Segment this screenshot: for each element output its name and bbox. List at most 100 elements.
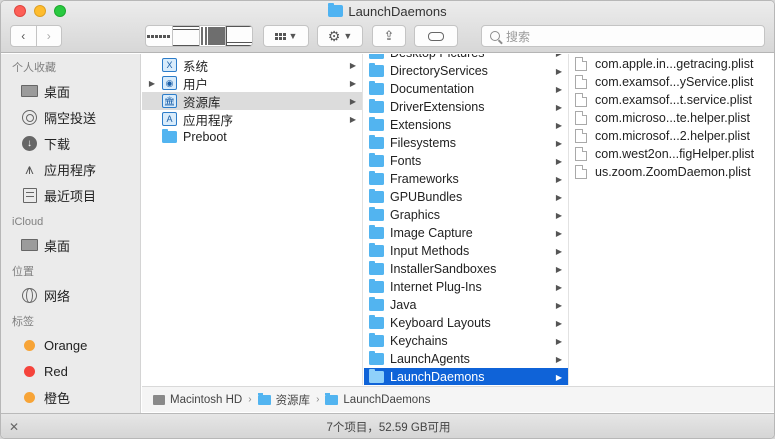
close-icon[interactable]: ✕ — [9, 420, 19, 434]
chevron-right-icon: ▶ — [555, 300, 562, 310]
column-item[interactable]: Keychains ▶ — [364, 332, 568, 350]
action-button[interactable]: ⚙ ▼ — [317, 25, 363, 47]
column-item[interactable]: Filesystems ▶ — [364, 134, 568, 152]
group-button[interactable]: ▼ — [263, 25, 309, 47]
column-item[interactable]: 🏛 资源库 ▶ — [142, 92, 362, 110]
back-button[interactable]: ‹ — [11, 29, 36, 43]
file-item[interactable]: com.west2on...figHelper.plist — [570, 145, 774, 163]
column-item-label: Preboot — [183, 130, 227, 144]
chevron-right-icon: ▶ — [349, 114, 356, 124]
sidebar-item[interactable]: 最近项目 — [1, 182, 140, 208]
sidebar-item-label: 隔空投送 — [44, 110, 97, 126]
file-item[interactable]: com.examsof...yService.plist — [570, 73, 774, 91]
sidebar-item[interactable]: 网络 — [1, 282, 140, 308]
file-item[interactable]: com.microsof...2.helper.plist — [570, 127, 774, 145]
sidebar-item[interactable]: 桌面 — [1, 232, 140, 258]
folder-icon — [369, 261, 384, 275]
column-item[interactable]: Input Methods ▶ — [364, 242, 568, 260]
sidebar-item[interactable]: ↓ 下载 — [1, 130, 140, 156]
column-item-label: InstallerSandboxes — [390, 262, 497, 276]
column-view-button[interactable] — [199, 26, 227, 46]
chevron-right-icon: ▶ — [555, 246, 562, 256]
column-item[interactable]: LaunchDaemons ▶ — [364, 368, 568, 385]
gallery-view-button[interactable] — [226, 26, 252, 46]
search-field[interactable]: 搜索 — [481, 25, 765, 47]
icon-view-button[interactable] — [146, 26, 173, 46]
sidebar-item[interactable]: ⩚ 应用程序 — [1, 156, 140, 182]
column-item-label: LaunchAgents — [390, 352, 470, 366]
column-item[interactable]: Internet Plug-Ins ▶ — [364, 278, 568, 296]
sidebar-item-label: 桌面 — [44, 84, 71, 100]
column-item-label: Java — [390, 298, 417, 312]
column-item[interactable]: Documentation ▶ — [364, 80, 568, 98]
column-item[interactable]: DriverExtensions ▶ — [364, 98, 568, 116]
list-view-button[interactable] — [172, 26, 200, 46]
network-icon — [20, 287, 39, 303]
folder-icon — [369, 315, 384, 329]
column-item[interactable]: Extensions ▶ — [364, 116, 568, 134]
sidebar-item[interactable]: 橙色 — [1, 384, 140, 410]
column-item[interactable]: A 应用程序 ▶ — [142, 110, 362, 128]
file-item-label: com.examsof...t.service.plist — [595, 93, 752, 107]
forward-button[interactable]: › — [37, 29, 62, 43]
column-item[interactable]: GPUBundles ▶ — [364, 188, 568, 206]
column-item-label: Keychains — [390, 334, 448, 348]
chevron-down-icon: ▼ — [343, 31, 353, 41]
column-item-label: 系统 — [183, 59, 209, 74]
sidebar-section-header: 标签 — [12, 316, 34, 328]
column-item[interactable]: DirectoryServices ▶ — [364, 62, 568, 80]
file-item-label: com.examsof...yService.plist — [595, 75, 754, 89]
sidebar-item-label: 应用程序 — [44, 162, 97, 178]
tag-button[interactable] — [414, 25, 458, 47]
column-item[interactable]: Java ▶ — [364, 296, 568, 314]
column-item[interactable]: Keyboard Layouts ▶ — [364, 314, 568, 332]
column-item[interactable]: X 系统 ▶ — [142, 56, 362, 74]
path-segment[interactable]: 资源库 — [257, 392, 310, 408]
chevron-right-icon: ▶ — [555, 318, 562, 328]
chevron-right-icon: ▶ — [349, 78, 356, 88]
file-item-label: us.zoom.ZoomDaemon.plist — [595, 165, 751, 179]
file-item[interactable]: com.examsof...t.service.plist — [570, 91, 774, 109]
hard-drive-icon — [153, 394, 165, 405]
column-item[interactable]: ▶ ◉ 用户 ▶ — [142, 74, 362, 92]
column-item[interactable]: Frameworks ▶ — [364, 170, 568, 188]
column-item[interactable]: InstallerSandboxes ▶ — [364, 260, 568, 278]
file-item[interactable]: us.zoom.ZoomDaemon.plist — [570, 163, 774, 181]
folder-icon — [369, 369, 384, 383]
disclosure-icon: ▶ — [148, 78, 156, 88]
column-item[interactable]: Preboot — [142, 128, 362, 146]
column-item[interactable]: LaunchAgents ▶ — [364, 350, 568, 368]
column-item[interactable]: Fonts ▶ — [364, 152, 568, 170]
document-icon — [575, 111, 587, 125]
column-item[interactable]: Image Capture ▶ — [364, 224, 568, 242]
chevron-right-icon: ▶ — [555, 174, 562, 184]
drive-icon: 🏛 — [162, 94, 177, 108]
column-item-label: Desktop Pictures — [390, 54, 484, 60]
document-icon — [575, 93, 587, 107]
sidebar-item[interactable]: 隔空投送 — [1, 104, 140, 130]
list-view-icon — [172, 26, 199, 46]
file-item[interactable]: com.apple.in...getracing.plist — [570, 55, 774, 73]
sidebar-item[interactable]: Red — [1, 358, 140, 384]
path-segment[interactable]: Macintosh HD — [153, 394, 242, 406]
chevron-right-icon: ▶ — [349, 96, 356, 106]
path-segment[interactable]: LaunchDaemons — [325, 392, 430, 406]
column-item[interactable]: Desktop Pictures ▶ — [364, 54, 568, 62]
chevron-right-icon: ▶ — [555, 84, 562, 94]
folder-icon — [369, 171, 384, 185]
sidebar-item[interactable]: 桌面 — [1, 78, 140, 104]
sidebar-item[interactable]: Orange — [1, 332, 140, 358]
title-bar: LaunchDaemons ‹ › ▼ ⚙ ▼ ⇪ 搜索 — [1, 1, 774, 53]
column-library: Desktop Pictures▶DirectoryServices▶Docum… — [364, 54, 569, 385]
column-item-label: DirectoryServices — [390, 64, 488, 78]
folder-icon — [162, 129, 177, 143]
share-button[interactable]: ⇪ — [372, 25, 406, 47]
file-item-label: com.microsof...2.helper.plist — [595, 129, 750, 143]
column-item[interactable]: Graphics ▶ — [364, 206, 568, 224]
chevron-right-icon: ▶ — [555, 102, 562, 112]
tag-dot-icon — [24, 391, 35, 403]
folder-icon — [257, 392, 271, 405]
file-item[interactable]: com.microso...te.helper.plist — [570, 109, 774, 127]
search-placeholder: 搜索 — [506, 29, 531, 44]
chevron-right-icon: ▶ — [555, 138, 562, 148]
